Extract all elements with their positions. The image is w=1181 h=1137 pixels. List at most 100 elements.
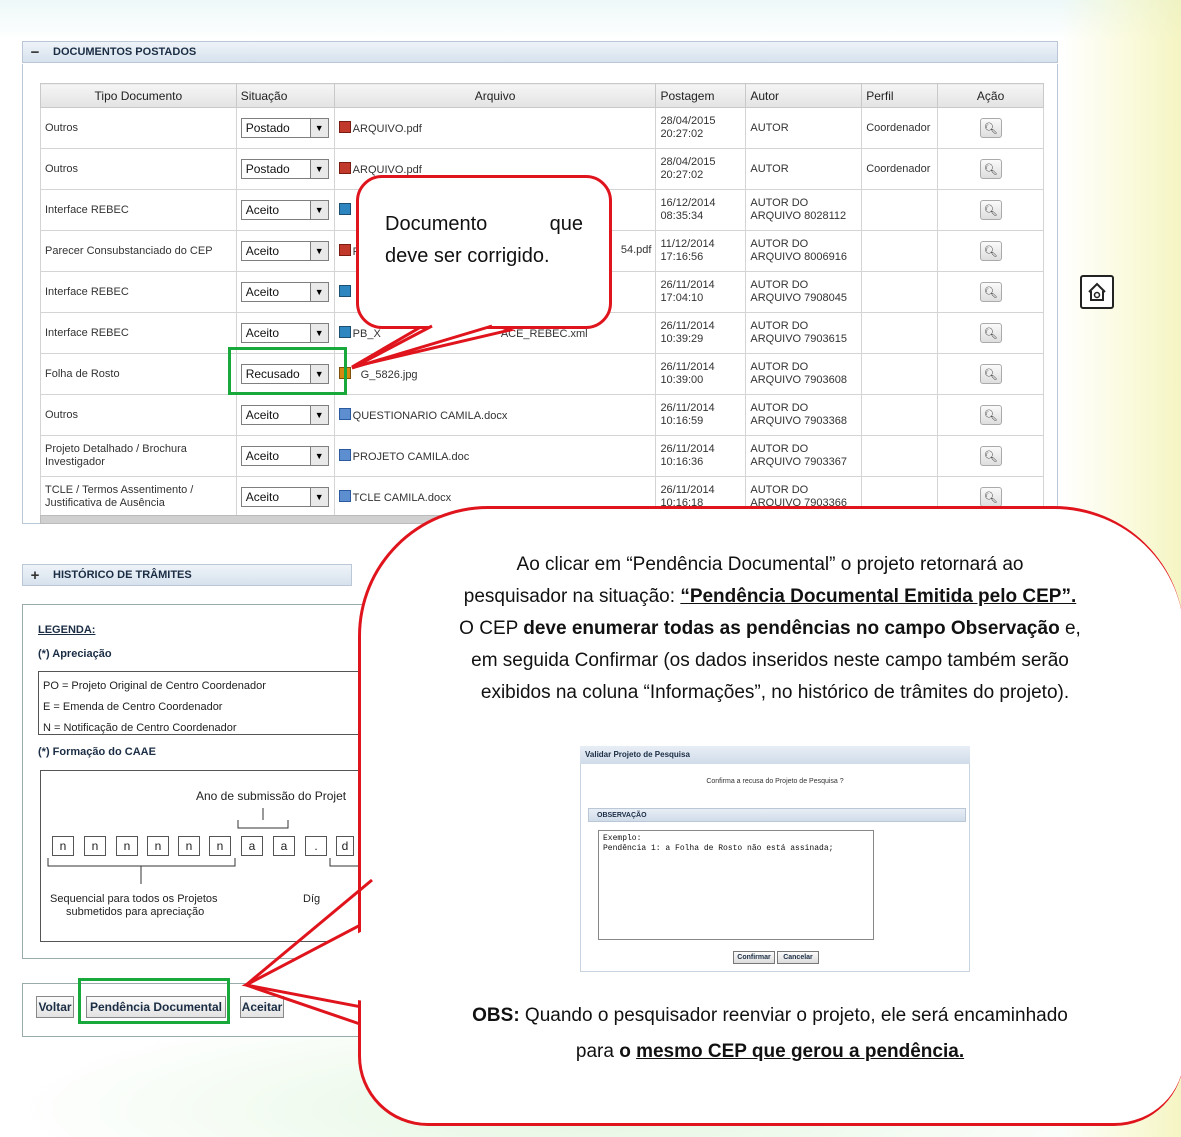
caae-cell: a — [241, 836, 263, 856]
table-row: Outros Postado ▼ ARQUIVO.pdf 28/04/2015 20… — [40, 107, 1044, 149]
callout1-word1: Documento — [385, 213, 488, 235]
chevron-down-icon: ▼ — [309, 324, 328, 342]
cell-date: 16/12/2014 — [660, 197, 716, 209]
xml-icon — [338, 326, 351, 338]
cell-time: 10:39:29 — [660, 333, 704, 345]
cell-date: 26/11/2014 — [660, 484, 715, 496]
col-autor[interactable]: Autor — [745, 83, 863, 108]
cell-perfil — [861, 189, 939, 231]
situacao-select[interactable]: Aceito ▼ — [240, 241, 329, 261]
callout1-line2: deve ser corrigido. — [385, 245, 550, 267]
cancelar-button[interactable]: Cancelar — [777, 951, 819, 964]
historico-tramites-title: HISTÓRICO DE TRÂMITES — [53, 569, 192, 581]
cell-autor-arquivo: ARQUIVO 8028112 — [750, 210, 847, 222]
file-link[interactable]: PROJETO CAMILA.doc — [353, 451, 470, 463]
view-button[interactable]: 🔍︎ — [979, 405, 1002, 425]
view-button[interactable]: 🔍︎ — [979, 241, 1002, 261]
recusado-highlight — [228, 347, 347, 395]
view-button[interactable]: 🔍︎ — [979, 446, 1002, 466]
search-icon: 🔍︎ — [983, 327, 998, 340]
col-situacao[interactable]: Situação — [235, 83, 335, 108]
home-button[interactable] — [1080, 275, 1114, 309]
view-button[interactable]: 🔍︎ — [979, 364, 1002, 384]
obs-line-1: OBS: Quando o pesquisador reenviar o pro… — [472, 1005, 1068, 1026]
view-button[interactable]: 🔍︎ — [979, 323, 1002, 343]
cell-autor: AUTOR DO — [750, 238, 809, 250]
confirmar-button[interactable]: Confirmar — [733, 951, 775, 964]
cell-tipo: Parecer Consubstanciado do CEP — [40, 230, 237, 272]
col-postagem[interactable]: Postagem — [655, 83, 747, 108]
cell-autor: AUTOR DO — [750, 197, 809, 209]
callout-line-3: O CEP deve enumerar todas as pendências … — [459, 618, 1081, 639]
cell-time: 08:35:34 — [660, 210, 704, 222]
digito-label: Díg — [303, 893, 321, 905]
legend-item: N = Notificação de Centro Coordenador — [43, 722, 237, 734]
apreciacao-title: (*) Apreciação — [38, 648, 112, 660]
situacao-select[interactable]: Postado ▼ — [240, 159, 329, 179]
dialog-question: Confirma a recusa do Projeto de Pesquisa… — [706, 778, 844, 785]
situacao-select[interactable]: Postado ▼ — [240, 118, 329, 138]
cell-perfil — [861, 435, 939, 477]
col-acao[interactable]: Ação — [937, 83, 1044, 108]
cell-time: 20:27:02 — [660, 128, 704, 140]
search-icon: 🔍︎ — [983, 409, 998, 422]
situacao-select[interactable]: Aceito ▼ — [240, 323, 329, 343]
table-header-row: Tipo Documento Situação Arquivo Postagem… — [40, 83, 1044, 108]
cell-perfil — [861, 312, 939, 354]
observacao-textarea[interactable]: Exemplo: Pendência 1: a Folha de Rosto n… — [598, 830, 874, 940]
situacao-select[interactable]: Aceito ▼ — [240, 487, 329, 507]
cell-perfil — [861, 353, 939, 395]
cell-time: 10:16:59 — [660, 415, 704, 427]
caae-cell: n — [178, 836, 200, 856]
search-icon: 🔍︎ — [983, 286, 998, 299]
cell-date: 11/12/2014 — [660, 238, 715, 250]
callout-line-1: Ao clicar em “Pendência Documental” o pr… — [516, 554, 1024, 575]
collapse-icon[interactable]: − — [27, 44, 43, 61]
file-link[interactable]: PB_X — [353, 328, 381, 340]
pdf-icon — [338, 244, 351, 256]
expand-icon[interactable]: + — [27, 567, 43, 584]
situacao-select[interactable]: Aceito ▼ — [240, 282, 329, 302]
legend-item: PO = Projeto Original de Centro Coordena… — [43, 680, 266, 692]
cell-tipo: Outros — [40, 394, 237, 436]
cell-date: 26/11/2014 — [660, 361, 715, 373]
table-row: Folha de Rosto Recusado ▼ G_5826.jpg 26/1… — [40, 353, 1044, 395]
view-button[interactable]: 🔍︎ — [979, 118, 1002, 138]
col-arquivo[interactable]: Arquivo — [333, 83, 657, 108]
cell-autor: AUTOR DO — [750, 361, 809, 373]
view-button[interactable]: 🔍︎ — [979, 282, 1002, 302]
view-button[interactable]: 🔍︎ — [979, 200, 1002, 220]
historico-tramites-header[interactable]: + HISTÓRICO DE TRÂMITES — [22, 564, 352, 586]
file-link[interactable]: ARQUIVO.pdf — [353, 123, 422, 135]
search-icon: 🔍︎ — [983, 122, 998, 135]
callout-line-5: exibidos na coluna “Informações”, no his… — [480, 682, 1070, 703]
situacao-select[interactable]: Aceito ▼ — [240, 200, 329, 220]
voltar-button[interactable]: Voltar — [36, 996, 74, 1018]
pendencia-highlight — [78, 978, 230, 1024]
background-glow-top — [0, 0, 1181, 40]
view-button[interactable]: 🔍︎ — [979, 487, 1002, 507]
cell-date: 26/11/2014 — [660, 279, 715, 291]
dialog-title: Validar Projeto de Pesquisa — [580, 746, 970, 764]
col-tipo-documento[interactable]: Tipo Documento — [40, 83, 237, 108]
view-button[interactable]: 🔍︎ — [979, 159, 1002, 179]
table-row: Projeto Detalhado / Brochura Investigado… — [40, 435, 1044, 477]
doc-icon — [338, 490, 351, 502]
cell-autor-arquivo: ARQUIVO 8006916 — [750, 251, 847, 263]
file-link[interactable]: TCLE CAMILA.docx — [353, 492, 451, 504]
home-icon — [1088, 282, 1106, 301]
caae-cell: n — [52, 836, 74, 856]
file-link[interactable]: G_5826.jpg — [361, 369, 418, 381]
xml-icon — [338, 285, 351, 297]
xml-icon — [338, 203, 351, 215]
file-link-end[interactable]: 54.pdf — [621, 244, 652, 256]
sequencial-label-2: submetidos para apreciação — [66, 906, 205, 918]
situacao-select[interactable]: Aceito ▼ — [240, 405, 329, 425]
apreciacao-box: PO = Projeto Original de Centro Coordena… — [38, 671, 362, 735]
file-link[interactable]: QUESTIONARIO CAMILA.docx — [353, 410, 508, 422]
situacao-select[interactable]: Aceito ▼ — [240, 446, 329, 466]
aceitar-button[interactable]: Aceitar — [240, 996, 284, 1018]
documentos-postados-header[interactable]: − DOCUMENTOS POSTADOS — [22, 41, 1058, 63]
file-link-end[interactable]: ACE_REBEC.xml — [501, 328, 588, 340]
col-perfil[interactable]: Perfil — [861, 83, 939, 108]
